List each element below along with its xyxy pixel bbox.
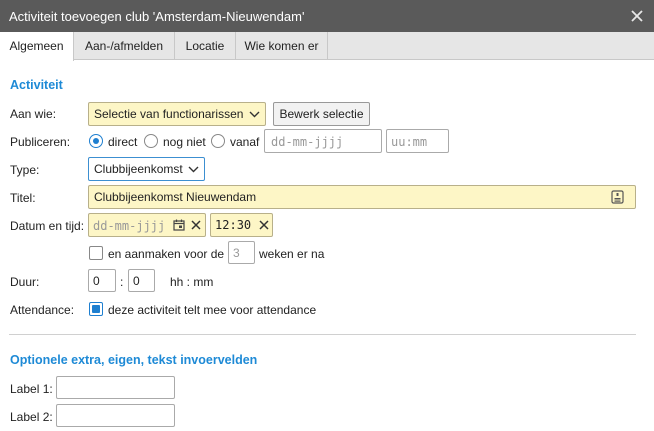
herhaal-suffix: weken er na <box>259 247 325 261</box>
text-options-icon[interactable] <box>611 190 624 204</box>
clear-icon[interactable] <box>258 219 270 231</box>
type-selected: Clubbijeenkomst <box>94 162 183 176</box>
publiceren-option-direct: direct <box>108 135 138 149</box>
type-select[interactable]: Clubbijeenkomst <box>88 157 205 181</box>
bewerk-selectie-button[interactable]: Bewerk selectie <box>273 102 370 126</box>
publiceren-radio-direct[interactable] <box>89 134 103 148</box>
datum-time-input[interactable]: 12:30 <box>210 213 273 237</box>
duur-label: Duur: <box>10 275 40 289</box>
publiceren-radio-vanaf[interactable] <box>211 134 225 148</box>
dialog-titlebar: Activiteit toevoegen club 'Amsterdam-Nie… <box>0 0 654 32</box>
calendar-icon[interactable] <box>173 219 185 231</box>
label-2-label: Label 2: <box>10 410 53 424</box>
tab-bar: Algemeen Aan-/afmelden Locatie Wie komen… <box>0 32 654 61</box>
close-icon[interactable] <box>629 8 645 24</box>
label-1-label: Label 1: <box>10 382 53 396</box>
publiceren-option-vanaf: vanaf <box>230 135 260 149</box>
duur-hours-input[interactable]: 0 <box>88 269 116 292</box>
datum-label: Datum en tijd: <box>10 219 85 233</box>
section-heading-extra: Optionele extra, eigen, tekst invoerveld… <box>10 353 258 367</box>
titel-input[interactable]: Clubbijeenkomst Nieuwendam <box>88 185 636 209</box>
publiceren-option-nog-niet: nog niet <box>163 135 206 149</box>
label-2-input[interactable] <box>56 404 175 427</box>
clear-icon[interactable] <box>190 219 202 231</box>
attendance-label: Attendance: <box>10 303 75 317</box>
attendance-checkbox[interactable] <box>89 302 103 316</box>
tab-wie-komen-er[interactable]: Wie komen er <box>236 32 328 60</box>
publiceren-label: Publiceren: <box>10 135 71 149</box>
label-1-input[interactable] <box>56 376 175 399</box>
tab-aan-afmelden[interactable]: Aan-/afmelden <box>74 32 175 60</box>
section-divider <box>9 334 636 335</box>
publiceren-radio-nog-niet[interactable] <box>144 134 158 148</box>
type-label: Type: <box>10 163 40 177</box>
duur-unit: hh : mm <box>170 275 214 289</box>
aan-wie-select[interactable]: Selectie van functionarissen <box>88 102 266 126</box>
aan-wie-selected: Selectie van functionarissen <box>94 107 244 121</box>
datum-time-minute: 30 <box>236 218 252 232</box>
dialog-title: Activiteit toevoegen club 'Amsterdam-Nie… <box>9 9 305 24</box>
datum-time-hour: 12 <box>215 218 230 232</box>
titel-value: Clubbijeenkomst Nieuwendam <box>94 190 257 204</box>
herhaal-prefix: en aanmaken voor de <box>108 247 225 261</box>
aan-wie-label: Aan wie: <box>10 107 57 121</box>
chevron-down-icon <box>188 166 199 173</box>
publiceren-time-input[interactable]: uu:mm <box>386 129 449 153</box>
chevron-down-icon <box>249 111 260 118</box>
publiceren-date-input[interactable]: dd-mm-jjjj <box>264 129 382 153</box>
herhaal-weeks-input[interactable]: 3 <box>228 241 255 264</box>
section-heading-activiteit: Activiteit <box>10 78 63 92</box>
duur-separator: : <box>120 275 124 289</box>
duur-minutes-input[interactable]: 0 <box>128 269 155 292</box>
tab-algemeen[interactable]: Algemeen <box>0 32 74 61</box>
attendance-text: deze activiteit telt mee voor attendance <box>108 303 317 317</box>
datum-date-input[interactable]: dd-mm-jjjj <box>88 213 206 237</box>
titel-label: Titel: <box>10 191 36 205</box>
herhaal-checkbox[interactable] <box>89 246 103 260</box>
tab-locatie[interactable]: Locatie <box>175 32 236 60</box>
